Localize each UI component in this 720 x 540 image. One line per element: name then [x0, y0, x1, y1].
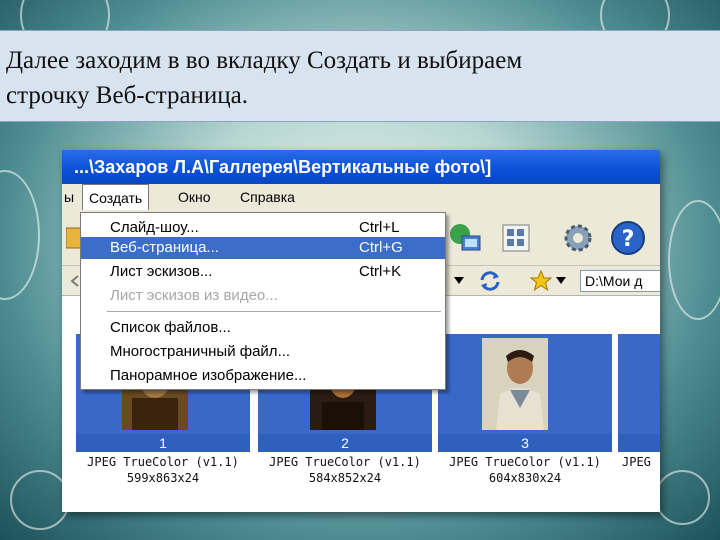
refresh-icon[interactable]: [478, 270, 502, 292]
create-dropdown-menu: Слайд-шоу... Ctrl+L Веб-страница... Ctrl…: [80, 212, 446, 390]
caption-line-1: Далее заходим в во вкладку Создать и выб…: [6, 47, 523, 74]
grid-icon[interactable]: [502, 224, 530, 252]
decor-swirl: [655, 470, 710, 525]
thumbnail-dims: 599x863x24: [126, 471, 200, 485]
thumbnail-dims: 584x852x24: [308, 471, 382, 485]
menu-item-partial[interactable]: ы: [62, 184, 80, 210]
menu-item-web-page[interactable]: Веб-страница... Ctrl+G: [81, 237, 445, 259]
thumbnail-format: JPEG TrueColor (v1.1): [269, 455, 421, 469]
decor-swirl: [10, 470, 70, 530]
thumbnail-format: JPEG TrueColor (v1.1): [87, 455, 239, 469]
chevron-down-icon[interactable]: [454, 277, 464, 285]
decor-swirl: [0, 170, 40, 300]
address-field[interactable]: D:\Мои д: [580, 270, 660, 292]
thumbnail-dims: 604x830x24: [488, 471, 562, 485]
thumbnail-format: JPEG TrueColor (v1.1): [449, 455, 601, 469]
svg-text:?: ?: [622, 227, 635, 252]
menu-item-file-list[interactable]: Список файлов...: [81, 317, 445, 339]
menu-create[interactable]: Создать: [82, 184, 150, 211]
thumbnail-number: 3: [438, 434, 612, 452]
window-titlebar: ...\Захаров Л.А\Галлерея\Вертикальные фо…: [62, 150, 660, 184]
decor-swirl: [668, 200, 720, 320]
menu-item-contact-sheet[interactable]: Лист эскизов... Ctrl+K: [81, 261, 445, 283]
help-icon[interactable]: ?: [610, 220, 646, 256]
menu-item-video-contact-sheet: Лист эскизов из видео...: [110, 287, 278, 304]
thumbnail-item[interactable]: [438, 334, 612, 434]
thumbnail-format: JPEG: [622, 455, 651, 469]
thumbnail-number: [618, 434, 660, 452]
thumbnail-image: [482, 338, 548, 430]
menubar: ы Создать Окно Справка: [62, 184, 660, 211]
favorites-star-icon[interactable]: [530, 270, 552, 292]
menu-item-multipage-file[interactable]: Многостраничный файл...: [81, 341, 445, 363]
gear-icon[interactable]: [562, 222, 594, 254]
thumbnail-item[interactable]: [618, 334, 660, 434]
thumbnail-number: 1: [76, 434, 250, 452]
thumbnail-number: 2: [258, 434, 432, 452]
menu-item-panorama[interactable]: Панорамное изображение...: [81, 365, 445, 387]
menu-help[interactable]: Справка: [234, 184, 301, 210]
menu-window[interactable]: Окно: [172, 184, 217, 210]
slide-caption: Далее заходим в во вкладку Создать и выб…: [0, 30, 720, 122]
caption-line-2: строчку Веб-страница.: [6, 82, 249, 109]
network-icon[interactable]: [448, 222, 482, 254]
menu-item-slideshow[interactable]: Слайд-шоу... Ctrl+L: [81, 217, 445, 239]
chevron-down-icon[interactable]: [556, 277, 566, 285]
menu-separator: [107, 311, 441, 312]
